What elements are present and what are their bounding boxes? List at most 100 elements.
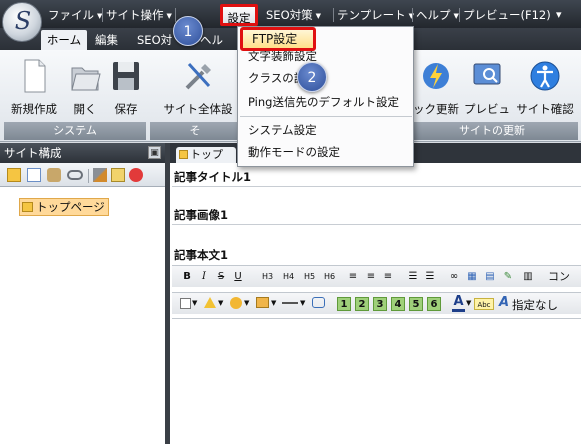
chevron-down-icon[interactable]: ▼: [244, 299, 249, 307]
preset-6-button[interactable]: 6: [427, 297, 441, 311]
menu-preview-label: プレビュー(F12): [463, 8, 551, 22]
open-folder-icon: [71, 67, 101, 91]
menu-help-label: ヘルプ: [416, 8, 451, 22]
h5-button[interactable]: H5: [301, 270, 318, 284]
new-button-label: 新規作成: [11, 102, 57, 116]
quick-update-button[interactable]: ック更新: [412, 58, 460, 117]
delete-icon[interactable]: [129, 168, 143, 182]
new-button[interactable]: 新規作成: [6, 58, 62, 117]
align-right-button[interactable]: ≡: [382, 270, 394, 284]
overflow-chevron-icon[interactable]: ▾: [556, 6, 562, 24]
h4-button[interactable]: H4: [280, 270, 297, 284]
step-2-badge: 2: [297, 62, 327, 92]
edit-icon[interactable]: [111, 168, 125, 182]
preset-3-button[interactable]: 3: [373, 297, 387, 311]
menu-separator: [175, 8, 176, 22]
h6-button[interactable]: H6: [321, 270, 338, 284]
menu-separator: [459, 8, 460, 22]
editor-tab-top-page[interactable]: トップ: [176, 147, 236, 163]
bold-button[interactable]: B: [182, 270, 192, 284]
menu-template-label: テンプレート: [337, 8, 406, 22]
menu-separator: [102, 8, 103, 22]
chevron-down-icon[interactable]: ▼: [271, 299, 276, 307]
folder-icon: [22, 202, 33, 212]
chevron-down-icon: ▼: [166, 12, 172, 20]
align-left-button[interactable]: ≡: [347, 270, 359, 284]
site-check-button[interactable]: サイト確認: [515, 58, 575, 117]
strike-button[interactable]: S: [216, 270, 226, 284]
menu-separator: [240, 116, 412, 117]
site-tree: [0, 187, 165, 444]
save-disk-icon: [113, 62, 139, 90]
tag-icon[interactable]: [47, 168, 61, 182]
chevron-down-icon[interactable]: ▼: [218, 299, 223, 307]
open-button-label: 開く: [73, 102, 97, 116]
tab-edit[interactable]: 編集: [95, 31, 118, 50]
edit-html-button[interactable]: ✎: [502, 270, 514, 284]
menu-item-mode-settings[interactable]: 動作モードの設定: [248, 142, 340, 162]
menu-file-label: ファイル: [48, 8, 94, 22]
menu-item-ftp-settings[interactable]: FTP設定: [240, 27, 316, 51]
chevron-down-icon[interactable]: ▼: [300, 299, 305, 307]
menu-seo-label: SEO対策: [266, 8, 313, 22]
h3-button[interactable]: H3: [259, 270, 276, 284]
menu-item-ping-settings[interactable]: Ping送信先のデフォルト設定: [248, 92, 399, 112]
table-button[interactable]: ▤: [484, 270, 496, 284]
component-button[interactable]: コン: [548, 270, 581, 284]
unordered-list-button[interactable]: ☰: [424, 270, 436, 284]
ribbon-group-site: そ: [150, 122, 240, 140]
menu-settings[interactable]: 設定: [220, 4, 258, 26]
wrench-icon[interactable]: [93, 168, 107, 182]
block-button[interactable]: ▥: [522, 270, 534, 284]
horizontal-rule-icon[interactable]: [282, 302, 298, 304]
tab-help[interactable]: ヘル: [200, 31, 223, 50]
tree-item-top-page[interactable]: トップページ: [19, 198, 109, 216]
preset-2-button[interactable]: 2: [355, 297, 369, 311]
tab-seo[interactable]: SEO対: [137, 31, 172, 50]
chevron-down-icon[interactable]: ▼: [192, 299, 197, 307]
decoration-icon[interactable]: [256, 297, 269, 308]
image-input[interactable]: [172, 224, 581, 240]
editor-tab-label: トップ: [190, 148, 223, 161]
open-button[interactable]: 開く: [67, 58, 103, 117]
link-button[interactable]: ∞: [448, 270, 460, 284]
tab-home[interactable]: ホーム: [41, 30, 87, 50]
menu-seo[interactable]: SEO対策 ▼: [266, 6, 321, 24]
menu-help[interactable]: ヘルプ ▼: [416, 6, 459, 24]
align-center-button[interactable]: ≡: [365, 270, 377, 284]
ordered-list-button[interactable]: ☰: [407, 270, 419, 284]
preset-5-button[interactable]: 5: [409, 297, 423, 311]
font-style-icon: A: [499, 295, 510, 310]
folder-icon: [179, 150, 188, 159]
underline-button[interactable]: U: [233, 270, 243, 284]
page-icon[interactable]: [27, 168, 41, 182]
menu-template[interactable]: テンプレート▼: [337, 6, 414, 24]
title-input[interactable]: [172, 186, 581, 202]
link-icon[interactable]: [67, 170, 83, 180]
menu-separator: [412, 8, 413, 22]
app-logo-icon[interactable]: S: [2, 2, 42, 42]
body-editor[interactable]: [172, 318, 581, 444]
speech-bubble-icon[interactable]: [312, 297, 325, 308]
folder-icon[interactable]: [7, 168, 21, 182]
menu-item-system-settings[interactable]: システム設定: [248, 120, 317, 140]
site-settings-button[interactable]: サイト全体設: [160, 58, 236, 117]
menu-file[interactable]: ファイル ▼: [48, 6, 102, 24]
tree-item-label: トップページ: [36, 200, 105, 214]
chevron-down-icon[interactable]: ▼: [466, 299, 471, 307]
border-color-icon[interactable]: [180, 298, 191, 309]
italic-button[interactable]: I: [199, 270, 209, 284]
menu-preview[interactable]: プレビュー(F12): [463, 6, 551, 24]
text-highlight-icon[interactable]: Abc: [474, 298, 494, 310]
emoji-icon[interactable]: [230, 297, 242, 309]
image-button[interactable]: ▦: [466, 270, 478, 284]
save-button[interactable]: 保存: [108, 58, 144, 117]
font-size-select[interactable]: 指定なし: [512, 297, 558, 313]
menu-site-ops[interactable]: サイト操作 ▼: [106, 6, 172, 24]
warning-icon[interactable]: [204, 297, 216, 308]
preset-4-button[interactable]: 4: [391, 297, 405, 311]
pin-icon[interactable]: ▣: [148, 146, 161, 159]
font-color-icon[interactable]: A: [452, 294, 465, 312]
preset-1-button[interactable]: 1: [337, 297, 351, 311]
menu-separator: [333, 8, 334, 22]
